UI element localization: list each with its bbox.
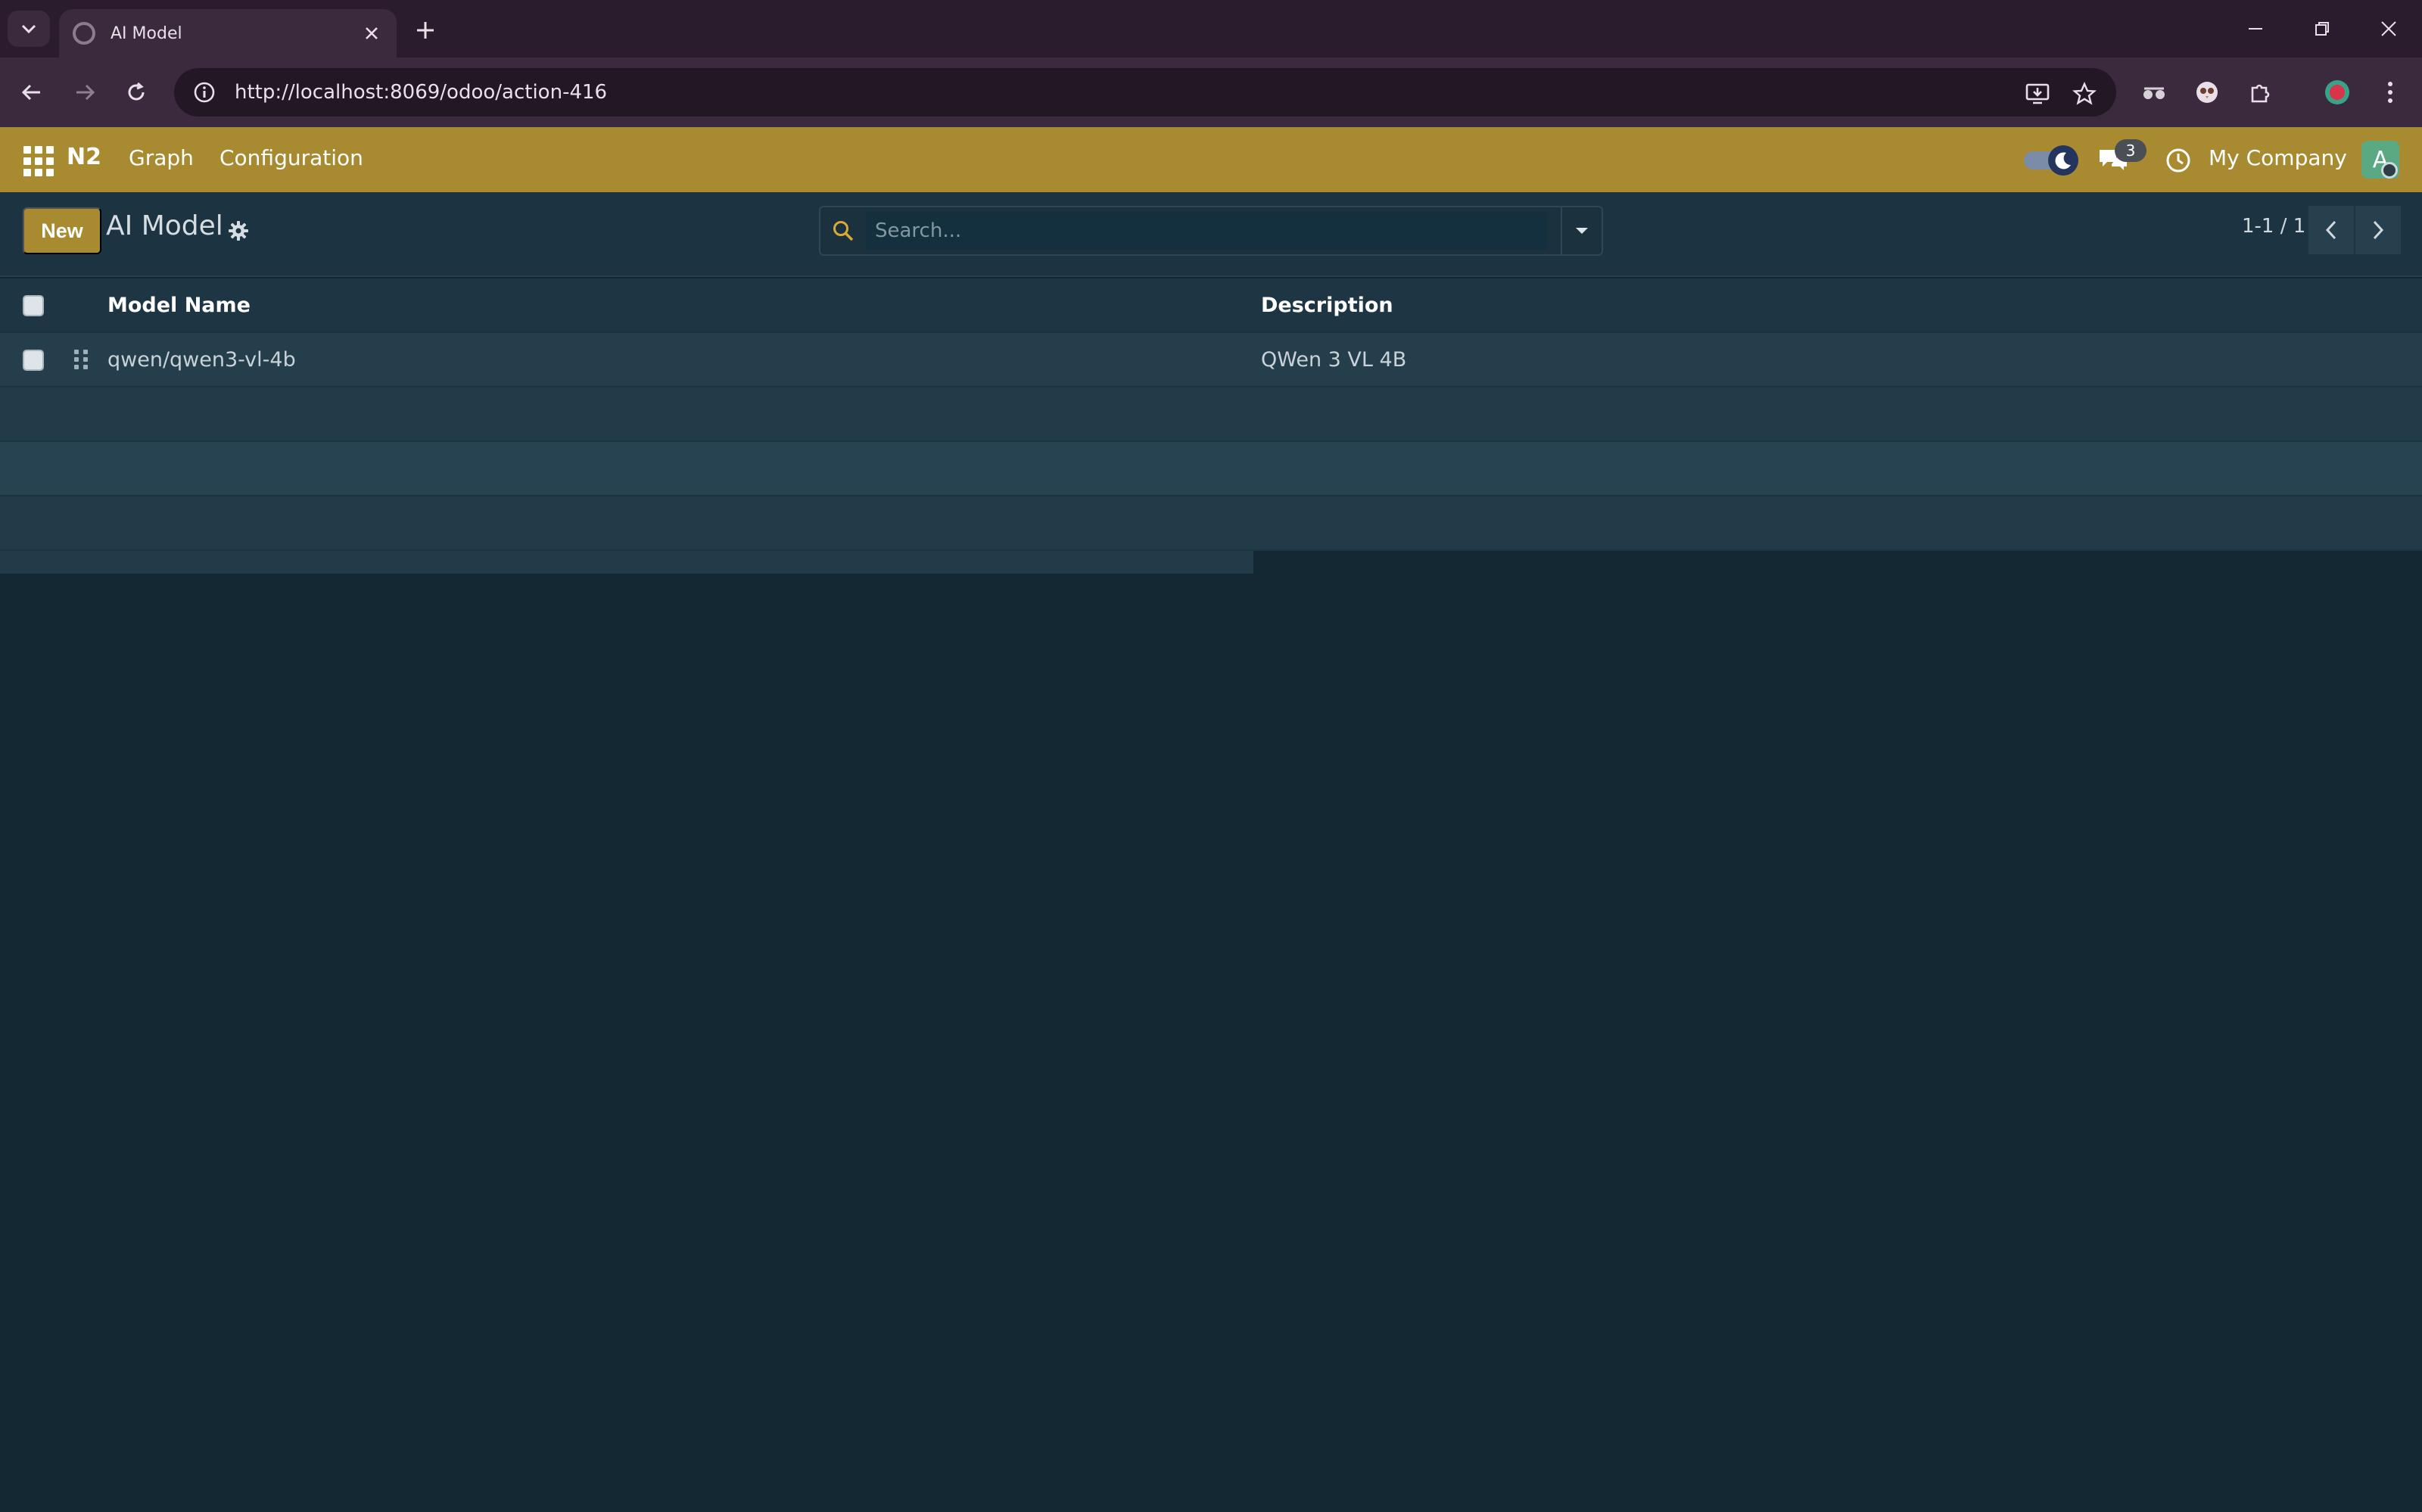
company-switcher[interactable]: My Company [2209, 145, 2347, 170]
gear-icon[interactable] [227, 219, 250, 242]
extension-owl-button[interactable] [2189, 74, 2225, 110]
tab-title: AI Model [111, 23, 182, 43]
forward-button[interactable] [67, 74, 103, 110]
control-panel: New AI Model 1-1 / 1 [0, 192, 2422, 277]
tab-favicon-icon [73, 22, 95, 45]
address-bar[interactable]: http://localhost:8069/odoo/action-416 [174, 68, 2116, 117]
site-info-icon[interactable] [191, 79, 218, 106]
apps-menu-icon[interactable] [21, 144, 54, 176]
chat-counter-badge: 3 [2115, 139, 2146, 162]
empty-row [0, 387, 2422, 442]
search-input[interactable] [866, 212, 1547, 250]
profile-button[interactable] [2319, 74, 2355, 110]
odoo-navbar: N2 Graph Configuration 3 My Company A [0, 127, 2422, 192]
profile-icon [2325, 80, 2349, 104]
extension-incognito-button[interactable] [2136, 74, 2172, 110]
arrow-left-icon [21, 84, 40, 101]
pager-value[interactable]: 1-1 / 1 [2242, 215, 2305, 238]
dark-mode-toggle[interactable] [2021, 145, 2081, 176]
chevron-left-icon [2325, 220, 2336, 240]
drag-handle-icon[interactable] [74, 350, 91, 371]
extensions-menu-button[interactable] [2242, 74, 2278, 110]
menu-item-configuration[interactable]: Configuration [219, 145, 363, 170]
chevron-right-icon [2373, 220, 2384, 240]
arrow-right-icon [76, 84, 95, 101]
menu-item-graph[interactable]: Graph [129, 145, 194, 170]
column-header-description[interactable]: Description [1261, 294, 1393, 317]
close-icon [2381, 21, 2396, 36]
table-row[interactable]: qwen/qwen3-vl-4b QWen 3 VL 4B [0, 333, 2422, 387]
reload-icon [128, 82, 145, 101]
list-footer [0, 551, 2422, 574]
reload-button[interactable] [118, 74, 154, 110]
search-icon[interactable] [820, 207, 866, 254]
browser-tabstrip: AI Model [0, 0, 2422, 58]
page-title: AI Model [106, 210, 223, 241]
row-checkbox[interactable] [23, 350, 44, 371]
app-brand[interactable]: N2 [67, 144, 101, 170]
select-all-checkbox[interactable] [23, 295, 44, 316]
star-icon [2072, 82, 2097, 105]
column-header-model-name[interactable]: Model Name [107, 294, 251, 317]
tab-search-button[interactable] [8, 11, 50, 47]
search-bar [819, 206, 1603, 256]
cell-description[interactable]: QWen 3 VL 4B [1261, 348, 1406, 372]
url-text[interactable]: http://localhost:8069/odoo/action-416 [235, 81, 607, 104]
browser-tab-active[interactable]: AI Model [59, 9, 397, 58]
empty-row [0, 442, 2422, 496]
puzzle-icon [2251, 84, 2270, 103]
empty-row [0, 496, 2422, 551]
activity-clock-icon[interactable] [2165, 147, 2192, 174]
browser-menu-button[interactable] [2372, 74, 2408, 110]
tab-close-button[interactable] [360, 22, 383, 45]
minimize-icon [2249, 28, 2262, 30]
window-minimize-button[interactable] [2233, 11, 2278, 47]
pager-next-button[interactable] [2355, 206, 2401, 254]
plus-icon [417, 22, 434, 39]
restore-icon [2315, 22, 2329, 36]
caret-down-icon [1576, 228, 1588, 234]
window-close-button[interactable] [2366, 11, 2411, 47]
owl-icon [2196, 82, 2218, 103]
new-tab-button[interactable] [409, 14, 442, 47]
list-view: Model Name Description qwen/qwen3-vl-4b … [0, 278, 2422, 574]
spy-glasses-icon [2143, 87, 2165, 99]
bookmark-button[interactable] [2068, 77, 2101, 110]
pager-previous-button[interactable] [2308, 206, 2354, 254]
browser-toolbar: http://localhost:8069/odoo/action-416 [0, 58, 2422, 127]
cell-model-name[interactable]: qwen/qwen3-vl-4b [107, 348, 296, 372]
new-record-button[interactable]: New [23, 207, 101, 254]
search-options-toggle[interactable] [1561, 207, 1602, 254]
close-icon [366, 27, 378, 39]
moon-icon [2048, 145, 2078, 176]
table-header: Model Name Description [0, 278, 2422, 333]
kebab-menu-icon [2388, 82, 2392, 103]
install-icon [2025, 83, 2050, 104]
presence-status-icon [2381, 162, 2398, 179]
back-button[interactable] [14, 74, 50, 110]
window-restore-button[interactable] [2299, 11, 2345, 47]
chevron-down-icon [21, 24, 36, 34]
install-app-button[interactable] [2021, 77, 2054, 110]
